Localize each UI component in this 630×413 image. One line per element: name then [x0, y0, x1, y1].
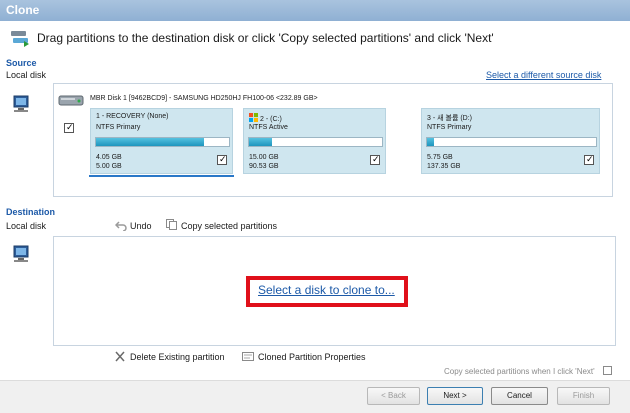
select-different-source-link[interactable]: Select a different source disk	[486, 70, 601, 80]
partition-usage-bar	[426, 137, 597, 147]
partition-usage-bar	[95, 137, 230, 147]
partition-used: 4.05 GB	[96, 154, 122, 161]
destination-sublabel: Local disk	[6, 221, 47, 231]
next-button[interactable]: Next >	[427, 387, 483, 405]
cancel-button[interactable]: Cancel	[491, 387, 548, 405]
clone-disk-icon	[11, 31, 29, 47]
partition-type: NTFS Primary	[427, 124, 472, 131]
properties-icon	[242, 352, 254, 361]
partition-used: 15.00 GB	[249, 154, 279, 161]
partition-usage-bar	[248, 137, 383, 147]
hard-disk-icon	[58, 95, 84, 106]
partition-total: 90.53 GB	[249, 163, 279, 170]
partition-name: 3 - 새 볼륨 (D:)	[427, 115, 472, 122]
selected-partition-indicator	[89, 175, 234, 177]
partition-type: NTFS Primary	[96, 124, 141, 131]
finish-button[interactable]: Finish	[557, 387, 610, 405]
partition-checkbox[interactable]	[217, 154, 227, 165]
window-title-bar: Clone	[0, 0, 630, 21]
cloned-partition-properties-button[interactable]: Cloned Partition Properties	[258, 352, 366, 362]
partition-name: 1 - RECOVERY (None)	[96, 113, 169, 120]
partition-card-d[interactable]: 3 - 새 볼륨 (D:) NTFS Primary 5.75 GB 137.3…	[421, 108, 600, 174]
partition-total: 137.35 GB	[427, 163, 461, 170]
header: Drag partitions to the destination disk …	[0, 21, 630, 53]
partition-checkbox[interactable]	[584, 154, 594, 165]
partition-card-recovery[interactable]: 1 - RECOVERY (None) NTFS Primary 4.05 GB…	[90, 108, 233, 174]
back-button[interactable]: < Back	[367, 387, 420, 405]
partition-usage-fill	[249, 138, 272, 146]
highlight-box	[246, 276, 408, 307]
partition-name: 2 - (C:)	[260, 116, 282, 123]
select-all-partitions-checkbox[interactable]	[64, 122, 74, 133]
partition-total: 5.00 GB	[96, 163, 122, 170]
copy-selected-partitions-button[interactable]: Copy selected partitions	[181, 221, 277, 231]
copy-on-next-label: Copy selected partitions when I click 'N…	[444, 367, 595, 376]
computer-icon	[13, 95, 29, 112]
partition-usage-fill	[427, 138, 434, 146]
source-disk-title: MBR Disk 1 [9462BCD9] - SAMSUNG HD250HJ …	[90, 95, 318, 102]
partition-card-c[interactable]: 2 - (C:) NTFS Active 15.00 GB 90.53 GB	[243, 108, 386, 174]
destination-label: Destination	[6, 207, 56, 217]
copy-icon	[166, 219, 177, 230]
window-title: Clone	[6, 3, 40, 17]
partition-usage-fill	[96, 138, 204, 146]
undo-button[interactable]: Undo	[130, 221, 152, 231]
partition-used: 5.75 GB	[427, 154, 453, 161]
delete-existing-partition-button[interactable]: Delete Existing partition	[130, 352, 225, 362]
instruction-text: Drag partitions to the destination disk …	[37, 31, 494, 45]
windows-logo-icon	[249, 113, 258, 122]
copy-on-next-checkbox[interactable]	[603, 366, 612, 375]
undo-icon	[115, 221, 127, 231]
computer-icon	[13, 245, 29, 262]
partition-checkbox[interactable]	[370, 154, 380, 165]
delete-icon	[115, 351, 125, 362]
partition-type: NTFS Active	[249, 124, 288, 131]
source-label: Source	[6, 58, 37, 68]
source-sublabel: Local disk	[6, 70, 47, 80]
